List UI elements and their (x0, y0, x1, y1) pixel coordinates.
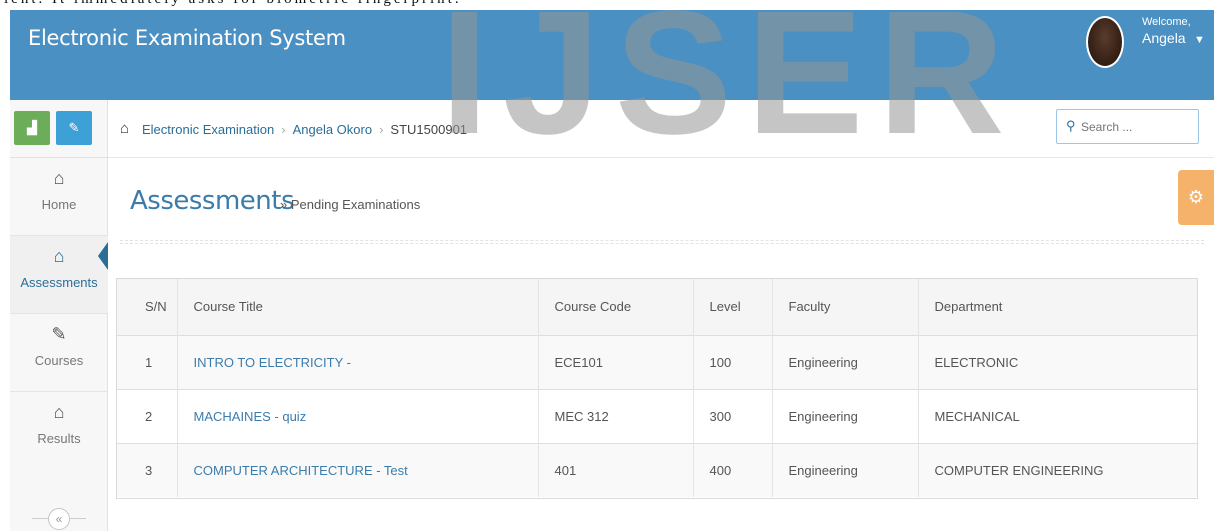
table-header-row: S/N Course Title Course Code Level Facul… (117, 279, 1197, 335)
cell-level: 400 (692, 443, 772, 497)
divider (120, 240, 1204, 244)
course-link[interactable]: COMPUTER ARCHITECTURE - Test (194, 463, 408, 478)
sidebar-item-label: Assessments (20, 275, 98, 290)
avatar[interactable] (1086, 16, 1124, 68)
sidebar: ▟ ✎ ⌂ Home ⌂ Assessments ✎ Courses ⌂ Res… (10, 100, 108, 531)
breadcrumb-item[interactable]: Angela Okoro (293, 122, 373, 137)
active-item-marker (98, 242, 108, 270)
column-header: Course Code (537, 279, 693, 335)
cell-department: MECHANICAL (917, 389, 1197, 443)
column-header: Course Title (176, 279, 538, 335)
cell-faculty: Engineering (771, 335, 918, 389)
document-text-strip: ient. It immediately asks for biometric … (0, 0, 1214, 10)
table-row: 3 COMPUTER ARCHITECTURE - Test 401 400 E… (117, 443, 1197, 497)
cell-course-title: COMPUTER ARCHITECTURE - Test (176, 443, 538, 497)
cell-sn: 1 (145, 354, 153, 370)
sidebar-item-label: Courses (34, 353, 84, 368)
home-icon: ⌂ (53, 246, 65, 266)
home-icon[interactable]: ⌂ (120, 120, 129, 137)
gear-icon[interactable]: ⚙ (1178, 170, 1214, 225)
cell-sn: 2 (145, 408, 153, 424)
edit-icon: ✎ (51, 324, 67, 344)
sidebar-item-courses[interactable]: ✎ Courses (10, 314, 108, 392)
cell-course-code: ECE101 (537, 335, 693, 389)
column-header: Level (692, 279, 772, 335)
breadcrumb-separator: › (281, 122, 286, 137)
cell-level: 100 (692, 335, 772, 389)
sidebar-item-home[interactable]: ⌂ Home (10, 158, 108, 236)
course-link[interactable]: MACHAINES - quiz (194, 409, 307, 424)
breadcrumb-separator: › (379, 122, 384, 137)
cell-department: ELECTRONIC (917, 335, 1197, 389)
cell-department: COMPUTER ENGINEERING (917, 443, 1197, 497)
user-name[interactable]: Angela (1142, 30, 1186, 46)
app-title: Electronic Examination System (28, 26, 346, 50)
page-subtitle: » Pending Examinations (280, 197, 421, 212)
user-menu-caret-icon[interactable]: ▼ (1194, 34, 1205, 46)
cell-course-title: INTRO TO ELECTRICITY - (176, 335, 538, 389)
sidebar-item-label: Results (37, 431, 81, 446)
app-header: Electronic Examination System Welcome, A… (10, 10, 1214, 100)
sidebar-item-label: Home (41, 197, 77, 212)
assessments-table: S/N Course Title Course Code Level Facul… (116, 278, 1198, 499)
column-header: Faculty (771, 279, 918, 335)
page-title: Assessments (130, 186, 295, 216)
sidebar-item-assessments[interactable]: ⌂ Assessments (10, 236, 108, 314)
breadcrumb-item[interactable]: Electronic Examination (142, 122, 274, 137)
column-header: S/N (145, 299, 167, 315)
breadcrumb-trail: Electronic Examination › Angela Okoro › STU1… (142, 122, 467, 137)
table-row: 1 INTRO TO ELECTRICITY - ECE101 100 Engi… (117, 335, 1197, 389)
sidebar-collapse: « (10, 506, 108, 530)
column-header: Department (917, 279, 1197, 335)
table-row: 2 MACHAINES - quiz MEC 312 300 Engineeri… (117, 389, 1197, 443)
cell-course-code: 401 (537, 443, 693, 497)
course-link[interactable]: INTRO TO ELECTRICITY - (194, 355, 351, 370)
search-icon: ⚲ (1066, 118, 1076, 133)
search-input[interactable] (1081, 117, 1191, 137)
cell-course-title: MACHAINES - quiz (176, 389, 538, 443)
welcome-label: Welcome, (1142, 16, 1191, 28)
search-box[interactable]: ⚲ (1056, 109, 1199, 144)
cell-sn: 3 (145, 462, 153, 478)
sidebar-item-results[interactable]: ⌂ Results (10, 392, 108, 470)
cell-course-code: MEC 312 (537, 389, 693, 443)
collapse-sidebar-icon[interactable]: « (48, 508, 70, 530)
home-icon: ⌂ (53, 402, 65, 422)
sidebar-shortcuts: ▟ ✎ (10, 100, 107, 158)
cell-faculty: Engineering (771, 443, 918, 497)
breadcrumb-current: STU1500901 (390, 122, 468, 137)
cell-level: 300 (692, 389, 772, 443)
home-icon: ⌂ (53, 168, 65, 188)
pencil-icon[interactable]: ✎ (56, 111, 92, 145)
cell-faculty: Engineering (771, 389, 918, 443)
stats-icon[interactable]: ▟ (14, 111, 50, 145)
breadcrumb: ⌂ Electronic Examination › Angela Okoro › ST… (108, 100, 1214, 158)
